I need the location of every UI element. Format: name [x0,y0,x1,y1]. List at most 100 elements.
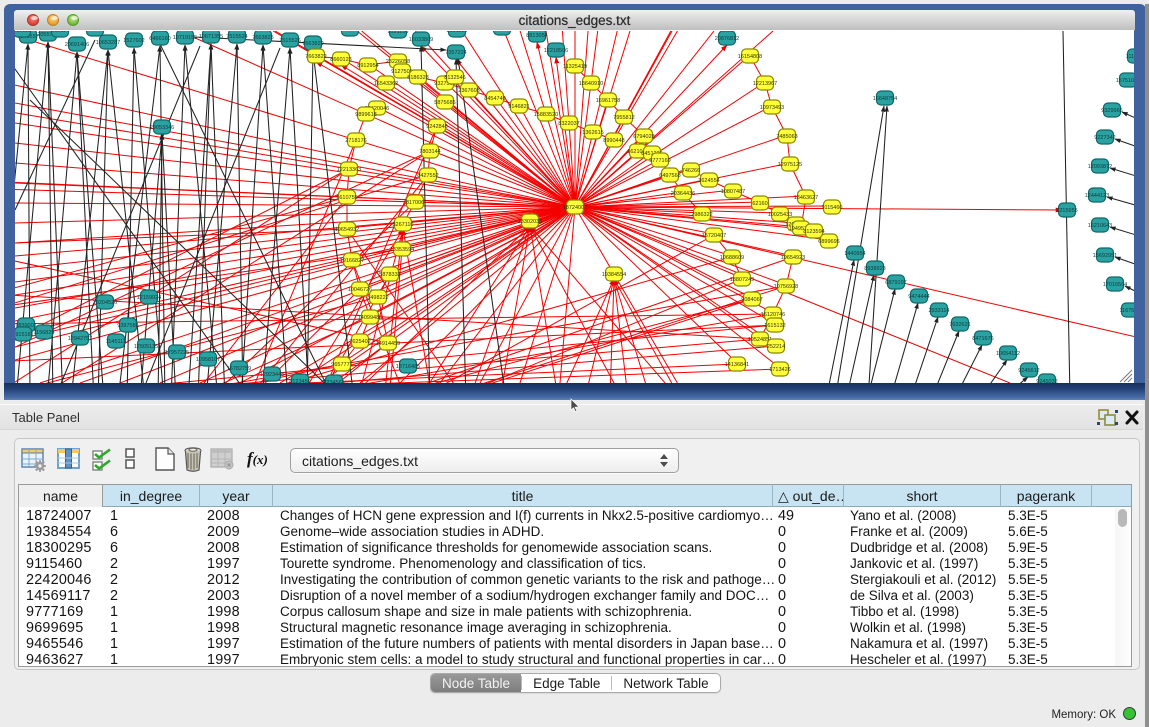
svg-text:3915181: 3915181 [15,332,34,338]
svg-text:9245032: 9245032 [1036,379,1057,383]
svg-text:9245612: 9245612 [1018,368,1039,374]
svg-text:7663829: 7663829 [302,41,323,47]
svg-text:16782759: 16782759 [227,366,251,372]
svg-text:15720407: 15720407 [702,233,726,239]
svg-text:7625402: 7625402 [349,339,370,345]
svg-text:6794028: 6794028 [633,134,654,140]
svg-text:6497568: 6497568 [659,173,680,179]
svg-text:912233: 912233 [341,31,359,33]
svg-text:3267110: 3267110 [392,222,413,228]
svg-text:20876812: 20876812 [715,36,739,42]
svg-text:19384554: 19384554 [602,272,626,278]
svg-text:16543362: 16543362 [374,81,398,87]
svg-text:8813054: 8813054 [526,33,547,39]
svg-text:7234561: 7234561 [323,380,344,383]
svg-text:6899695: 6899695 [818,239,839,245]
svg-text:16648754: 16648754 [873,96,897,102]
svg-text:10807487: 10807487 [721,189,745,195]
svg-text:912115: 912115 [15,31,31,34]
svg-text:7485063: 7485063 [776,134,797,140]
svg-text:8123456: 8123456 [289,379,310,383]
svg-text:18640910: 18640910 [579,81,603,87]
svg-text:18807249: 18807249 [730,277,754,283]
svg-text:19166827: 19166827 [340,258,364,264]
svg-text:7803144: 7803144 [419,149,440,155]
svg-text:20364436: 20364436 [671,191,695,197]
svg-text:252214: 252214 [767,344,785,350]
svg-text:817006: 817006 [406,200,424,206]
svg-text:15751034: 15751034 [1116,78,1134,84]
svg-text:209114: 209114 [51,31,69,34]
svg-text:8990448: 8990448 [603,138,624,144]
svg-text:7515526: 7515526 [279,38,300,44]
svg-text:6466160: 6466160 [149,36,170,42]
svg-text:9121150: 9121150 [387,31,408,35]
svg-text:5875685: 5875685 [434,100,455,106]
svg-text:15883520: 15883520 [534,112,558,118]
svg-text:9227342: 9227342 [1094,135,1115,141]
svg-text:12505135: 12505135 [134,344,158,350]
svg-text:16154808: 16154808 [738,54,762,60]
svg-text:6879197: 6879197 [885,280,906,286]
svg-text:8660123: 8660123 [330,57,351,63]
svg-text:106532: 106532 [86,31,104,33]
svg-text:7986322: 7986322 [691,212,712,218]
svg-text:9146821: 9146821 [508,104,529,110]
svg-text:13716485: 13716485 [396,364,420,370]
svg-text:8938923: 8938923 [864,266,885,272]
svg-text:8131151: 8131151 [446,31,467,34]
svg-text:12159924: 12159924 [137,295,161,301]
svg-text:1117321: 1117321 [1126,54,1134,60]
svg-text:3624554: 3624554 [698,178,719,184]
svg-text:1145113: 1145113 [106,339,127,345]
svg-text:7357224: 7357224 [445,50,466,56]
svg-text:8454749: 8454749 [484,96,505,102]
svg-text:7663822: 7663822 [305,54,326,60]
svg-text:7515524: 7515524 [226,34,247,40]
svg-text:12444123: 12444123 [1085,193,1109,199]
svg-text:17016504: 17016504 [1103,282,1127,288]
svg-text:1713426: 1713426 [769,367,790,373]
svg-text:1615132: 1615132 [764,323,785,329]
svg-text:12923448: 12923448 [260,372,284,378]
svg-text:14099489: 14099489 [358,315,382,321]
svg-text:3215955: 3215955 [1056,208,1077,214]
svg-text:8427552: 8427552 [417,173,438,179]
svg-text:5878332: 5878332 [379,272,400,278]
svg-text:2367608: 2367608 [458,88,479,94]
svg-text:1527602: 1527602 [123,38,144,44]
svg-text:9084067: 9084067 [741,297,762,303]
svg-text:1156829: 1156829 [33,330,54,336]
svg-text:10671355: 10671355 [199,34,223,40]
svg-text:11325419: 11325419 [563,64,587,70]
svg-text:16033809: 16033809 [409,37,433,43]
svg-text:5498222: 5498222 [367,295,388,301]
svg-text:10654112: 10654112 [996,351,1020,357]
svg-text:12975125: 12975125 [778,162,802,168]
svg-text:10973493: 10973493 [760,105,784,111]
svg-text:8322037: 8322037 [558,121,579,127]
svg-text:9657771: 9657771 [331,362,352,368]
svg-text:1167533: 1167533 [1119,308,1134,314]
svg-text:1440954: 1440954 [844,251,865,257]
svg-text:18724007: 18724007 [563,205,587,211]
svg-text:10046726: 10046726 [348,287,372,293]
svg-text:16210643: 16210643 [1088,223,1112,229]
svg-text:8186328: 8186328 [407,75,428,81]
svg-text:13353594: 13353594 [390,247,414,253]
svg-text:8912954: 8912954 [357,63,378,69]
svg-text:9899618: 9899618 [355,112,376,118]
svg-text:9329966: 9329966 [1101,108,1122,114]
svg-text:14914459: 14914459 [376,341,400,347]
svg-text:10025433: 10025433 [768,212,792,218]
svg-text:12218506: 12218506 [544,48,568,54]
svg-text:10719155: 10719155 [173,35,197,41]
svg-text:14136841: 14136841 [725,362,749,368]
svg-text:9777169: 9777169 [649,158,670,164]
svg-text:9115460: 9115460 [821,205,842,211]
svg-text:19654932: 19654932 [335,227,359,233]
svg-text:746266: 746266 [682,168,700,174]
svg-text:20691406: 20691406 [65,42,89,48]
svg-text:9242845: 9242845 [426,124,447,130]
svg-text:9474444: 9474444 [908,294,929,300]
